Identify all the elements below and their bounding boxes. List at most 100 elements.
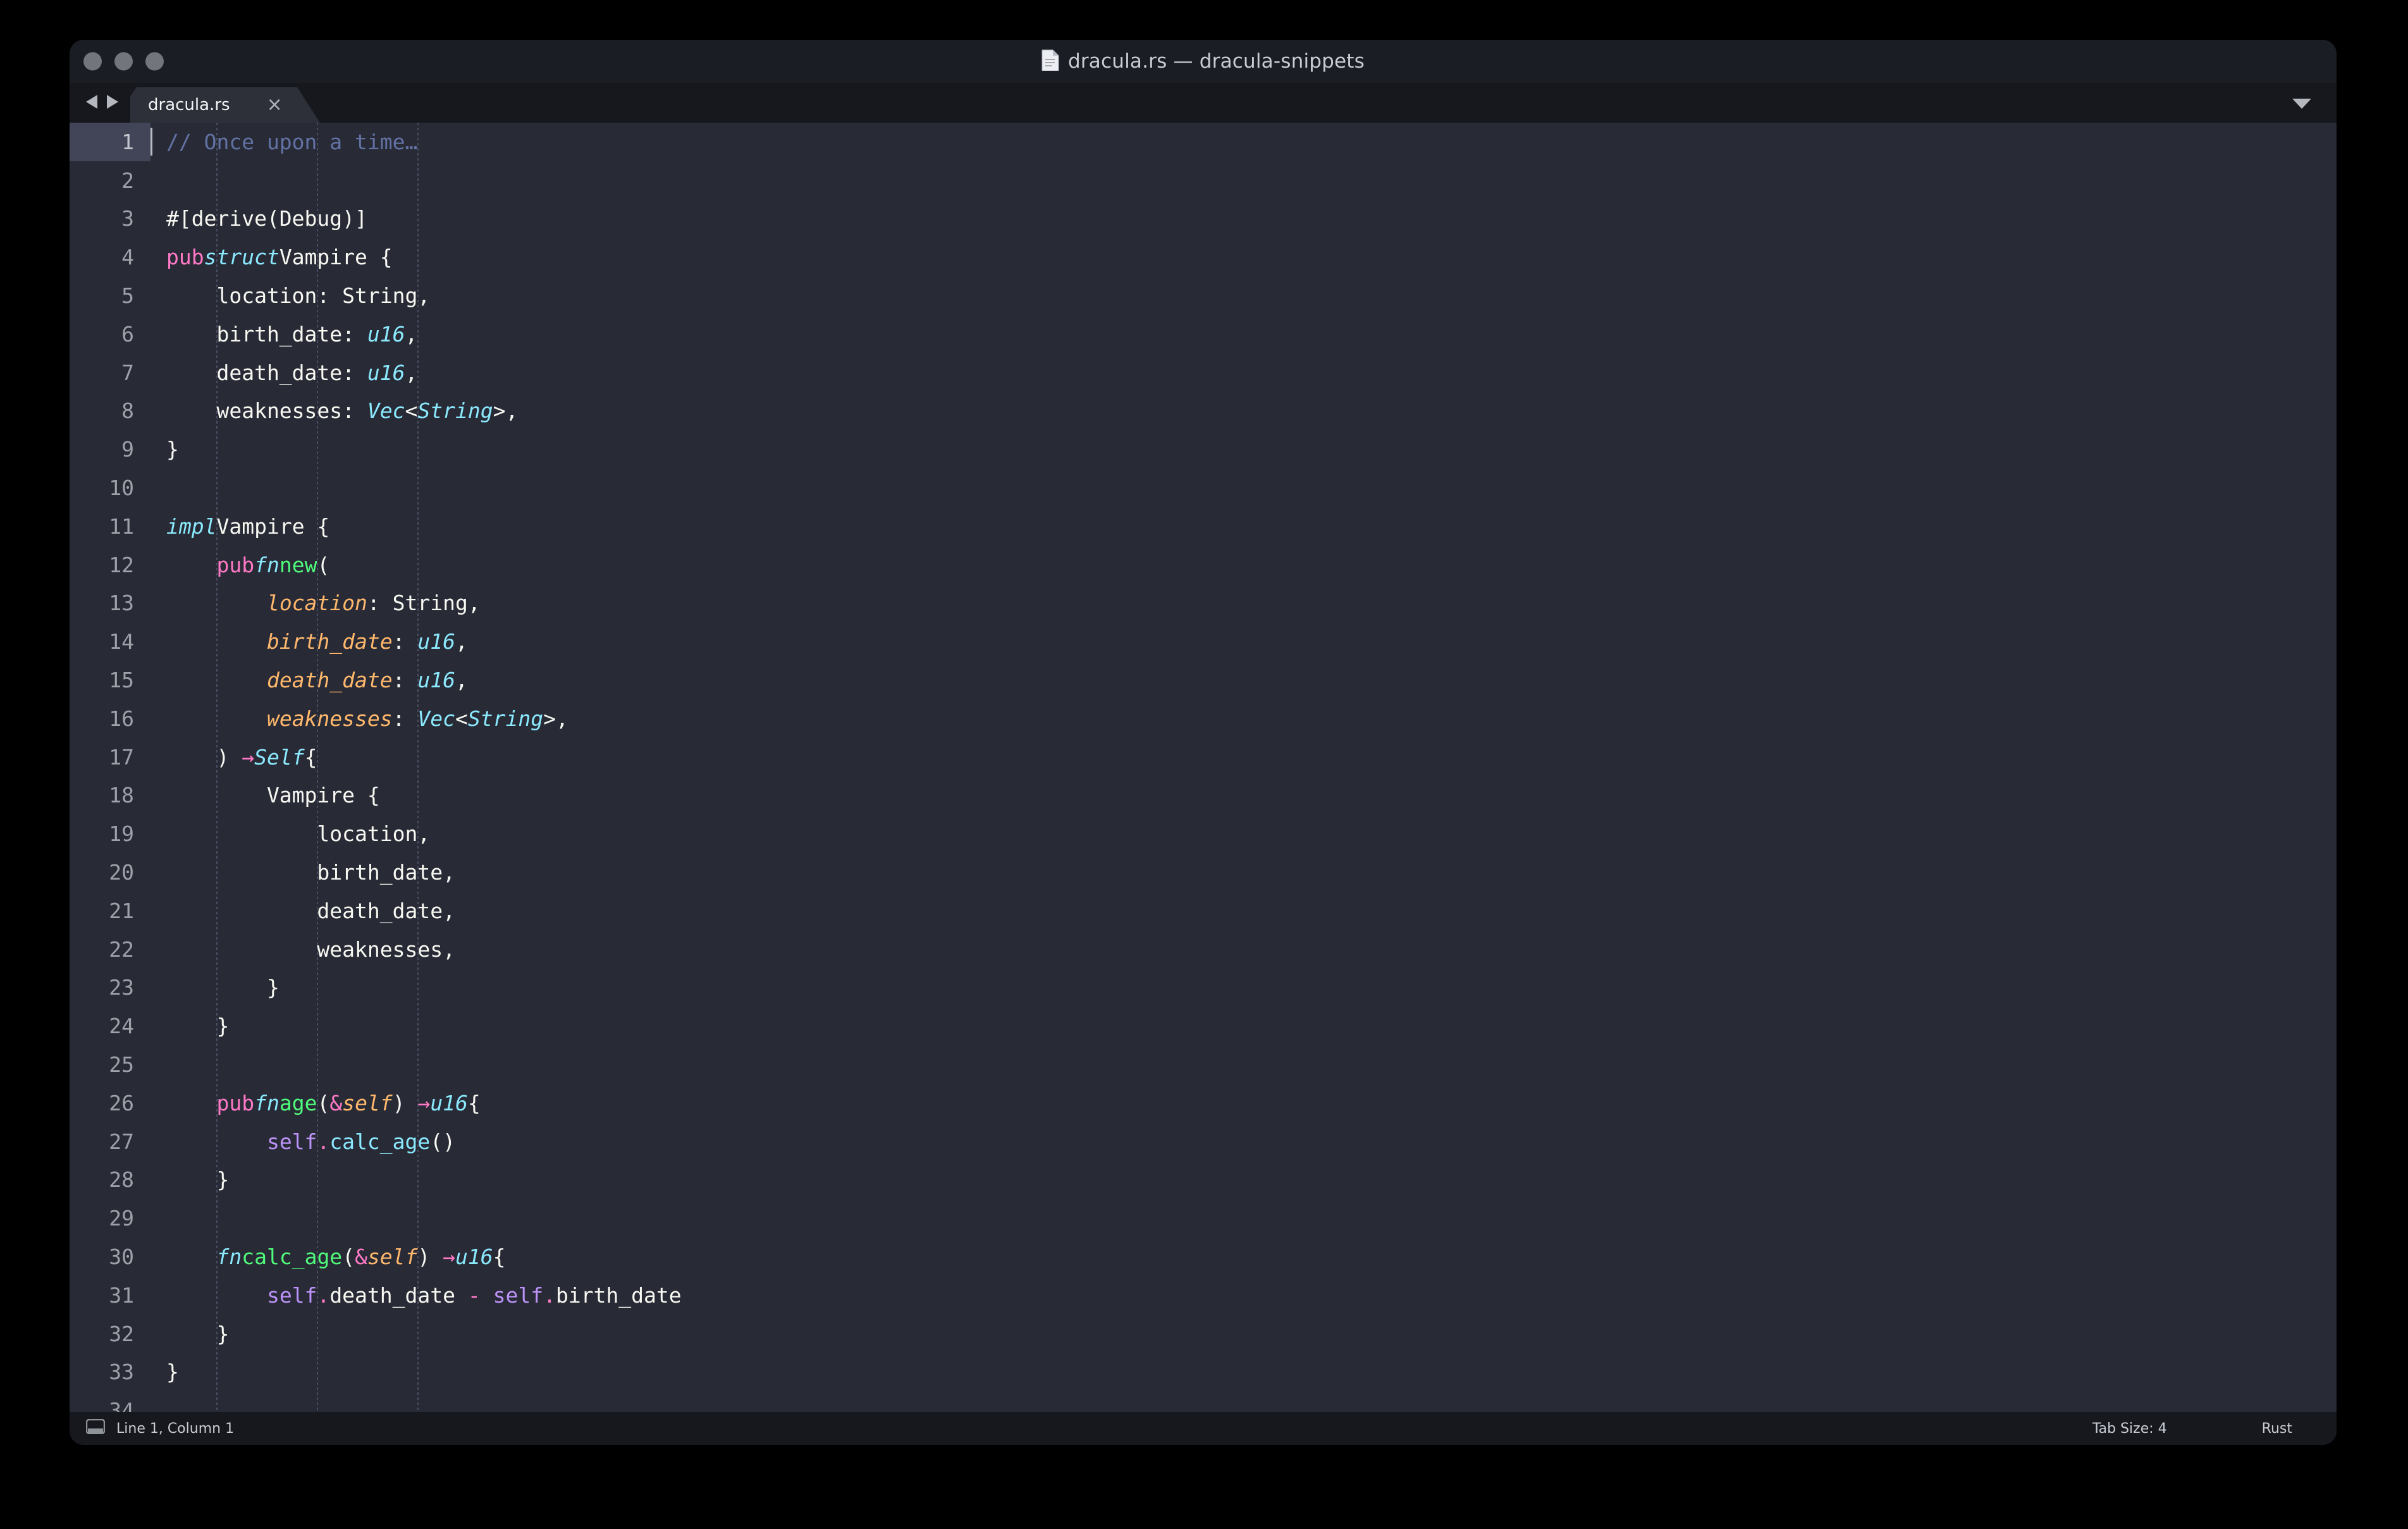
editor-line[interactable]: 2: [70, 161, 2337, 200]
line-content[interactable]: pub fn age(& self) → u16 {: [150, 1084, 2337, 1122]
editor-line[interactable]: 25: [70, 1045, 2337, 1084]
line-content[interactable]: Vampire {: [150, 777, 2337, 815]
line-content[interactable]: [150, 161, 2337, 200]
editor-line[interactable]: 5 location: String,: [70, 276, 2337, 315]
line-number: 28: [109, 1167, 134, 1193]
line-number: 24: [109, 1014, 134, 1039]
line-number: 27: [109, 1129, 134, 1154]
editor-line[interactable]: 6 birth_date: u16,: [70, 315, 2337, 353]
line-number: 15: [109, 668, 134, 693]
line-content[interactable]: fn calc_age(& self) → u16 {: [150, 1237, 2337, 1276]
editor-line[interactable]: 28 }: [70, 1161, 2337, 1200]
editor-line[interactable]: 16 weaknesses: Vec < String >,: [70, 699, 2337, 738]
line-number: 16: [109, 706, 134, 731]
line-content[interactable]: [150, 1045, 2337, 1084]
line-content[interactable]: self. calc_age(): [150, 1122, 2337, 1161]
syntax-mode-indicator[interactable]: Rust: [2262, 1421, 2292, 1437]
line-content[interactable]: [150, 469, 2337, 507]
editor-line[interactable]: 34: [70, 1391, 2337, 1412]
editor-line[interactable]: 21 death_date,: [70, 892, 2337, 930]
close-button[interactable]: [83, 52, 102, 71]
line-content[interactable]: death_date: u16,: [150, 661, 2337, 699]
editor-line[interactable]: 29: [70, 1199, 2337, 1237]
editor-line[interactable]: 1 // Once upon a time…: [70, 123, 2337, 161]
editor-line[interactable]: 15 death_date: u16,: [70, 661, 2337, 699]
editor-line[interactable]: 31 self. death_date - self. birth_date: [70, 1276, 2337, 1315]
line-content[interactable]: weaknesses: Vec < String >,: [150, 699, 2337, 738]
line-content[interactable]: }: [150, 969, 2337, 1007]
line-content[interactable]: birth_date: u16,: [150, 315, 2337, 353]
line-number: 31: [109, 1282, 134, 1308]
line-number: 10: [109, 476, 134, 501]
editor-line[interactable]: 27 self. calc_age(): [70, 1122, 2337, 1161]
editor-line[interactable]: 18 Vampire {: [70, 777, 2337, 815]
editor-line[interactable]: 30 fn calc_age(& self) → u16 {: [70, 1237, 2337, 1276]
maximize-button[interactable]: [145, 52, 164, 71]
editor-line[interactable]: 3 #[derive(Debug)]: [70, 200, 2337, 238]
line-content[interactable]: [150, 1391, 2337, 1412]
line-content[interactable]: }: [150, 1161, 2337, 1200]
nav-forward-icon[interactable]: [106, 94, 120, 113]
line-number: 3: [121, 206, 134, 231]
line-content[interactable]: }: [150, 430, 2337, 469]
line-content[interactable]: location,: [150, 814, 2337, 853]
line-content[interactable]: self. death_date - self. birth_date: [150, 1276, 2337, 1315]
tab-size-indicator[interactable]: Tab Size: 4: [2092, 1421, 2167, 1437]
line-content[interactable]: ) → Self {: [150, 738, 2337, 777]
line-number: 18: [109, 783, 134, 808]
editor-line[interactable]: 7 death_date: u16,: [70, 353, 2337, 392]
line-content[interactable]: weaknesses,: [150, 930, 2337, 969]
editor-line[interactable]: 13 location: String,: [70, 584, 2337, 623]
line-content[interactable]: [150, 1199, 2337, 1237]
chevron-down-icon[interactable]: [2291, 97, 2313, 113]
line-number: 11: [109, 513, 134, 539]
line-number: 2: [121, 168, 134, 193]
line-content[interactable]: birth_date,: [150, 853, 2337, 892]
editor-line[interactable]: 17 ) → Self {: [70, 738, 2337, 777]
line-content[interactable]: location: String,: [150, 584, 2337, 623]
line-content[interactable]: }: [150, 1315, 2337, 1353]
code-token-attribute: #[derive(Debug)]: [166, 206, 367, 231]
editor-line[interactable]: 23 }: [70, 969, 2337, 1007]
line-content[interactable]: #[derive(Debug)]: [150, 200, 2337, 238]
code-editor[interactable]: 1 // Once upon a time… 2 3 #[derive(Debu…: [70, 123, 2337, 1412]
minimize-button[interactable]: [114, 52, 133, 71]
line-content[interactable]: pub struct Vampire {: [150, 238, 2337, 276]
line-content[interactable]: weaknesses: Vec < String >,: [150, 392, 2337, 431]
line-number: 33: [109, 1360, 134, 1385]
editor-line[interactable]: 4 pub struct Vampire {: [70, 238, 2337, 276]
line-number: 14: [109, 629, 134, 654]
panel-toggle-icon[interactable]: [85, 1418, 106, 1438]
line-content[interactable]: // Once upon a time…: [150, 123, 2337, 161]
code-token-comment: // Once upon a time…: [166, 129, 418, 154]
editor-line[interactable]: 10: [70, 469, 2337, 507]
line-content[interactable]: death_date: u16,: [150, 353, 2337, 392]
editor-line[interactable]: 22 weaknesses,: [70, 930, 2337, 969]
tab-navigation[interactable]: [70, 83, 130, 123]
editor-line[interactable]: 12 pub fn new(: [70, 546, 2337, 584]
window-controls[interactable]: [83, 52, 164, 71]
line-content[interactable]: impl Vampire {: [150, 507, 2337, 546]
line-content[interactable]: death_date,: [150, 892, 2337, 930]
editor-line[interactable]: 20 birth_date,: [70, 853, 2337, 892]
editor-line[interactable]: 14 birth_date: u16,: [70, 622, 2337, 661]
line-number: 9: [121, 437, 134, 462]
nav-back-icon[interactable]: [85, 94, 99, 113]
line-content[interactable]: }: [150, 1353, 2337, 1392]
editor-line[interactable]: 19 location,: [70, 814, 2337, 853]
close-icon[interactable]: ×: [267, 95, 283, 114]
line-content[interactable]: }: [150, 1007, 2337, 1045]
line-content[interactable]: location: String,: [150, 276, 2337, 315]
editor-line[interactable]: 26 pub fn age(& self) → u16 {: [70, 1084, 2337, 1122]
line-content[interactable]: birth_date: u16,: [150, 622, 2337, 661]
document-icon: [1041, 49, 1059, 73]
editor-line[interactable]: 24 }: [70, 1007, 2337, 1045]
cursor-position[interactable]: Line 1, Column 1: [116, 1421, 234, 1437]
editor-line[interactable]: 9 }: [70, 430, 2337, 469]
editor-line[interactable]: 33 }: [70, 1353, 2337, 1392]
tab-dracula-rs[interactable]: dracula.rs ×: [130, 87, 320, 123]
editor-line[interactable]: 11 impl Vampire {: [70, 507, 2337, 546]
editor-line[interactable]: 32 }: [70, 1315, 2337, 1353]
line-content[interactable]: pub fn new(: [150, 546, 2337, 584]
editor-line[interactable]: 8 weaknesses: Vec < String >,: [70, 392, 2337, 431]
